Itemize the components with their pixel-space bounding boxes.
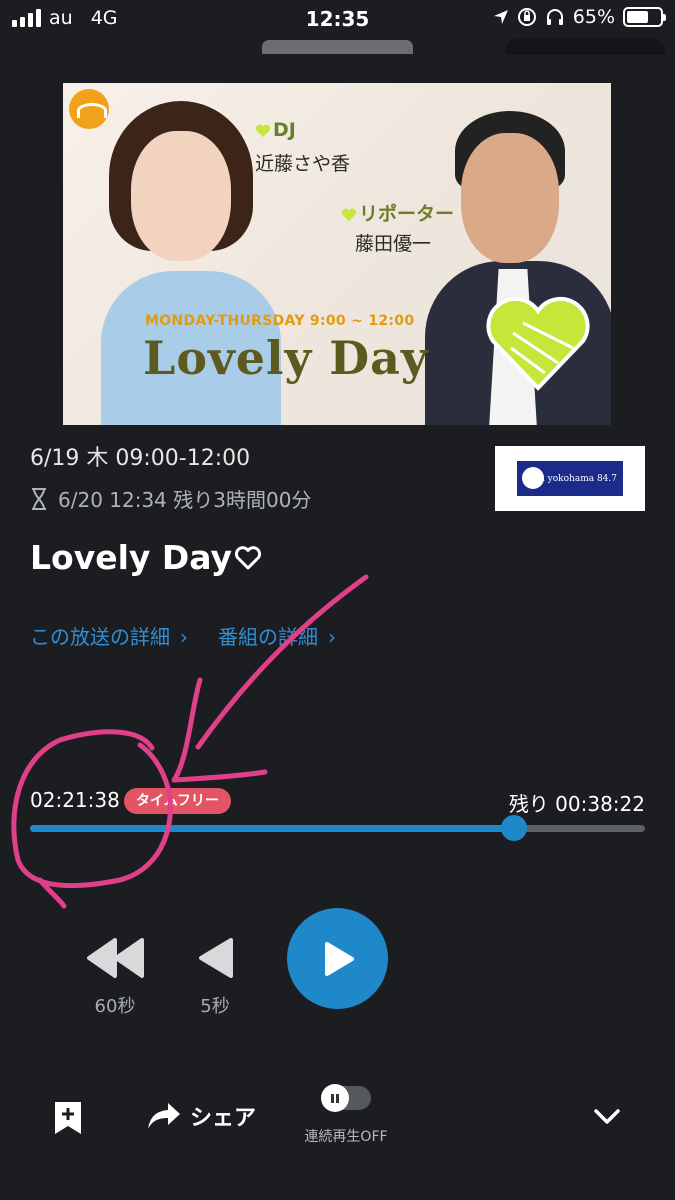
program-title: Lovely Day: [30, 538, 262, 577]
program-details-link[interactable]: 番組の詳細 ›: [218, 621, 336, 650]
remaining-time: 残り 00:38:22: [508, 792, 645, 816]
artwork-reporter-name: 藤田優一: [355, 233, 432, 255]
share-label: シェア: [190, 1106, 257, 1131]
rewind-single-icon: [199, 938, 233, 978]
heart-icon: [483, 293, 593, 393]
chevron-right-icon: ›: [180, 625, 188, 649]
continuous-play-switch[interactable]: [321, 1084, 371, 1112]
continuous-play-label: 連続再生OFF: [304, 1129, 388, 1145]
battery-percent: 65%: [572, 6, 615, 28]
share-arrow-icon: [148, 1103, 180, 1129]
continuous-play-toggle[interactable]: 連続再生OFF: [296, 1084, 396, 1146]
artwork-dj-label: DJ: [255, 119, 296, 141]
status-right: 65%: [493, 6, 666, 28]
rewind-5-label: 5秒: [200, 996, 230, 1017]
chevron-down-icon[interactable]: [592, 1105, 622, 1129]
seek-bar-thumb[interactable]: [501, 815, 527, 841]
rewind-60-label: 60秒: [94, 996, 136, 1017]
hourglass-icon: [32, 487, 46, 510]
artwork-reporter-label: リポーター: [341, 199, 454, 226]
broadcast-date: 6/19 木 09:00-12:00: [30, 446, 251, 471]
headphones-icon: [546, 9, 563, 25]
pause-icon: [321, 1084, 349, 1112]
station-logo-plate: Fm yokohama 84.7: [517, 461, 623, 496]
artwork-dj-name: 近藤さや香: [255, 153, 351, 175]
orientation-lock-icon: [517, 8, 536, 26]
elapsed-time: 02:21:38: [30, 788, 120, 812]
battery-icon: [623, 7, 666, 27]
share-button[interactable]: シェア: [146, 1100, 256, 1132]
play-button[interactable]: [287, 908, 388, 1009]
program-artwork: DJ 近藤さや香 リポーター 藤田優一 MONDAY-THURSDAY 9:00…: [63, 83, 611, 425]
seek-bar-fill: [30, 825, 514, 832]
heart-outline-icon: [235, 545, 262, 569]
chevron-right-icon: ›: [328, 625, 336, 649]
rewind-5-button[interactable]: 5秒: [180, 938, 250, 1018]
rewind-60-button[interactable]: 60秒: [80, 938, 150, 1018]
expiry-text: 6/20 12:34 残り3時間00分: [58, 488, 312, 512]
sheet-drag-handle[interactable]: [262, 40, 413, 54]
timefree-badge: タイムフリー: [124, 788, 231, 814]
status-bar: au 4G 12:35 65%: [0, 0, 675, 38]
heart-icon: [341, 208, 357, 221]
rewind-double-icon: [87, 938, 144, 978]
heart-icon: [255, 124, 271, 137]
seek-bar[interactable]: [30, 825, 645, 832]
expiry-info: 6/20 12:34 残り3時間00分: [30, 484, 311, 513]
bookmark-add-icon[interactable]: [53, 1100, 83, 1136]
location-arrow-icon: [493, 10, 508, 24]
artwork-title: Lovely Day: [143, 331, 429, 385]
play-icon: [324, 941, 354, 976]
broadcast-details-link[interactable]: この放送の詳細 ›: [30, 621, 188, 650]
artwork-schedule: MONDAY-THURSDAY 9:00 ~ 12:00: [145, 313, 415, 329]
detail-links: この放送の詳細 › 番組の詳細 ›: [30, 621, 336, 650]
station-logo[interactable]: Fm yokohama 84.7: [495, 446, 645, 511]
